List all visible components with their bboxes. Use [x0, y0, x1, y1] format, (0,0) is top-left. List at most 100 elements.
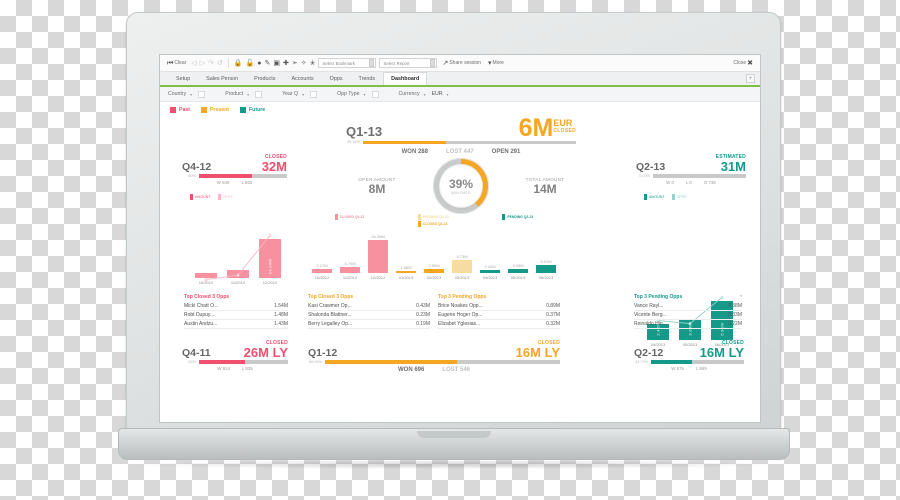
win-rate-gauge[interactable]: 39% WIN RATE — [433, 158, 489, 214]
bar-column[interactable]: 9.73M 03/2013 — [448, 254, 476, 280]
bar-column[interactable]: 3.17M 10/2012 — [308, 263, 336, 280]
bar[interactable] — [227, 270, 249, 278]
toplist-pending-current[interactable]: Top 3 Pending Opps Brice Noakes Opp... 0.8… — [438, 294, 560, 329]
bar[interactable] — [339, 266, 361, 273]
legend-item-future[interactable]: Future — [240, 107, 265, 113]
timeline-bar-chart[interactable]: CLOSED Q4-12 PENDING Q1-13 CLOSED Q1-13 PEN… — [308, 214, 560, 284]
report-dropdown-icon[interactable] — [430, 59, 436, 67]
filter-year-q[interactable]: Year Q ▾ — [282, 90, 318, 98]
list-item[interactable]: Austin Andzu... 1.43M — [184, 320, 288, 329]
close-button[interactable]: Close ✖ — [731, 57, 755, 69]
bar[interactable] — [535, 264, 557, 273]
bar[interactable] — [311, 268, 333, 273]
tab-products[interactable]: Products — [246, 72, 283, 85]
list-item[interactable]: Brice Noakes Opp... 0.89M — [438, 302, 560, 311]
bar[interactable] — [195, 272, 217, 278]
list-item[interactable]: Berry Legalley Op... 0.19M — [308, 320, 430, 329]
toplist-pending-future[interactable]: Top 3 Pending Opps ▾ Vance Rayl... 0.38M Vic… — [634, 294, 742, 329]
list-item[interactable]: Vicente Berg... 0.33M — [634, 311, 742, 320]
bar[interactable] — [507, 268, 529, 273]
share-session-button[interactable]: ↗ Share session — [440, 57, 483, 69]
tab-dashboard[interactable]: Dashboard — [383, 72, 428, 85]
previous-icon[interactable]: ◁ — [191, 60, 196, 67]
next-icon[interactable]: ▷ — [200, 60, 205, 67]
chevron-down-icon[interactable]: ▾ — [302, 92, 304, 97]
filter-product[interactable]: Product ▾ — [225, 90, 263, 98]
bar-column[interactable]: 2.59M 02/2013 — [420, 263, 448, 280]
bar[interactable]: 24.39M — [259, 238, 281, 278]
bar-column[interactable]: 5.91M 06/2013 — [532, 259, 560, 280]
chevron-down-icon[interactable]: ▾ — [424, 92, 426, 97]
add-tab-button[interactable]: + — [746, 74, 755, 83]
bar-column[interactable]: 1.58M 01/2013 — [392, 265, 420, 280]
filter-input[interactable] — [198, 90, 206, 98]
sheet-tabs[interactable]: Setup Sales Person Products Accounts Opps Tre… — [160, 72, 760, 87]
bar[interactable] — [423, 269, 445, 273]
list-item[interactable]: Kasi Crawmer Op... 0.43M — [308, 302, 430, 311]
chart-legend-item[interactable]: CLOSED Q4-12 — [334, 214, 364, 220]
bar[interactable] — [395, 270, 417, 273]
legend-item-past[interactable]: Past — [170, 107, 190, 113]
list-item[interactable]: Micki Chatt O... 1.54M — [184, 302, 288, 311]
chevron-down-icon[interactable]: ▾ — [247, 92, 249, 97]
list-item[interactable]: Reinaldo Hin... 0.22M — [634, 320, 742, 329]
chart-legend-item[interactable]: PENDING Q2-13 — [502, 214, 533, 220]
mini-legend-amount[interactable]: AMOUNT — [190, 194, 211, 200]
more-button[interactable]: ▾ More — [486, 57, 506, 69]
chart-legend-item[interactable]: PENDING Q1-13 — [417, 214, 449, 220]
select-report-field[interactable]: Select Report — [379, 58, 438, 68]
star-filled-icon[interactable]: ✭ — [310, 60, 316, 67]
tab-sales-person[interactable]: Sales Person — [198, 72, 246, 85]
lock-icon[interactable]: 🔒 — [234, 60, 243, 67]
star-outline-icon[interactable]: ✧ — [301, 60, 307, 67]
filter-opp-type[interactable]: Opp Type ▾ — [337, 90, 379, 98]
bar-column[interactable]: 11/2012 — [222, 270, 254, 285]
tab-opps[interactable]: Opps — [322, 72, 351, 85]
bar[interactable] — [367, 239, 389, 273]
bar-column[interactable]: 4.70M 11/2012 — [336, 261, 364, 280]
chevron-down-icon[interactable]: ▾ — [190, 92, 192, 97]
bar[interactable] — [451, 259, 473, 273]
unlock-icon[interactable]: 🔓 — [246, 60, 255, 67]
mini-legend-opps[interactable]: OPPS — [217, 194, 233, 200]
bar[interactable] — [479, 269, 501, 273]
list-item[interactable]: Elizabet Yglesias... 0.32M — [438, 320, 560, 329]
list-item[interactable]: Shalonda Blattner... 0.23M — [308, 311, 430, 320]
list-item[interactable]: Vance Rayl... 0.38M — [634, 302, 742, 311]
list-item[interactable]: Robt Dupuy... 1.48M — [184, 311, 288, 320]
bar-column[interactable]: 24.39M 12/2012 — [254, 238, 286, 285]
chevron-down-icon[interactable]: ▾ — [740, 294, 742, 300]
mini-legend-amount[interactable]: AMOUNT — [644, 194, 665, 200]
layout-icon[interactable]: ▣ — [273, 60, 280, 67]
filter-input[interactable] — [310, 90, 318, 98]
filter-currency[interactable]: Currency ▾ EUR ▾ — [399, 91, 455, 97]
bar-column[interactable]: 2.42M 04/2013 — [476, 264, 504, 280]
bookmark-dropdown-icon[interactable] — [369, 59, 375, 67]
filter-bar[interactable]: Country ▾ Product ▾ Year Q ▾ Opp Type ▾ Currency… — [160, 87, 760, 102]
tab-accounts[interactable]: Accounts — [283, 72, 321, 85]
bar-column[interactable]: 10/2012 — [190, 272, 222, 285]
legend-item-present[interactable]: Present — [200, 107, 229, 113]
filter-input[interactable] — [255, 90, 263, 98]
toplist-closed-current[interactable]: Top Closed 3 Opps Kasi Crawmer Op... 0.43M… — [308, 294, 430, 329]
bar-column[interactable]: 3.03M 05/2013 — [504, 263, 532, 280]
mini-legend-opps[interactable]: OPPS — [671, 194, 687, 200]
chart-legend-item[interactable]: CLOSED Q1-13 — [417, 221, 449, 227]
past-bar-chart[interactable]: 10/2012 11/2012 24.39M 12/2012 — [190, 233, 286, 295]
undo-icon[interactable]: ↷ — [208, 60, 214, 67]
redo-icon[interactable]: ↺ — [217, 60, 223, 67]
clock-icon[interactable]: ● — [257, 60, 261, 67]
clear-button[interactable]: ⏮ Clear — [165, 57, 188, 69]
edit-icon[interactable]: ✎ — [264, 60, 270, 67]
brush-icon[interactable]: ➣ — [292, 60, 298, 67]
chevron-down-icon[interactable]: ▾ — [363, 92, 365, 97]
bar-column[interactable]: 24.39M 12/2012 — [364, 234, 392, 280]
select-bookmark-field[interactable]: Select Bookmark — [318, 58, 377, 68]
filter-input[interactable] — [371, 90, 379, 98]
chevron-down-icon[interactable]: ▾ — [447, 92, 449, 97]
tab-setup[interactable]: Setup — [168, 72, 198, 85]
filter-country[interactable]: Country ▾ — [168, 90, 206, 98]
toplist-past[interactable]: Top Closed 3 Opps Micki Chatt O... 1.54M Ro… — [184, 294, 288, 329]
add-icon[interactable]: ✚ — [283, 60, 289, 67]
list-item[interactable]: Eugene Hoger Op... 0.37M — [438, 311, 560, 320]
